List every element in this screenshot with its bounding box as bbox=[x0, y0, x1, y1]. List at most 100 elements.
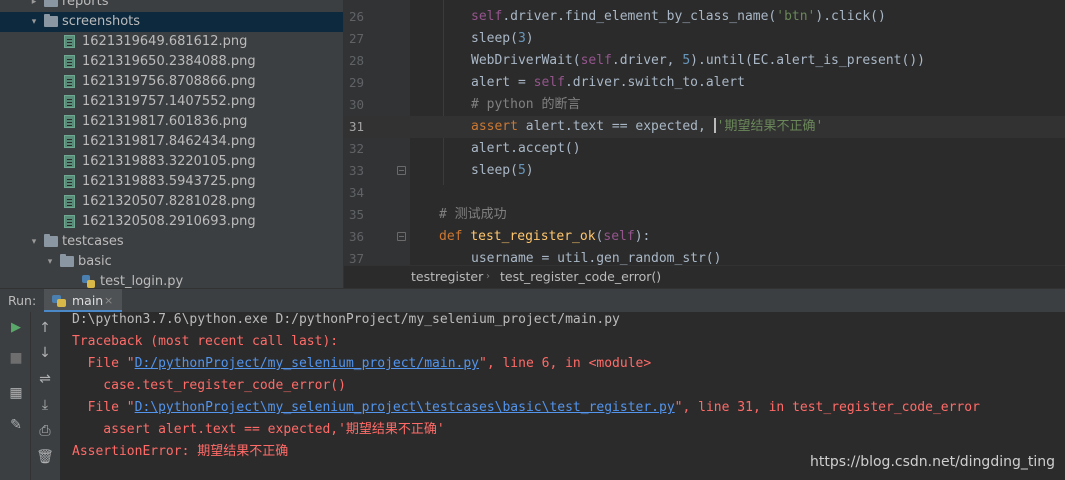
code-token: assert bbox=[471, 119, 526, 134]
folder-icon bbox=[60, 254, 74, 267]
tree-folder[interactable]: ▾ basic bbox=[0, 252, 343, 272]
code-line[interactable]: 32 alert.accept() bbox=[344, 138, 1065, 160]
code-token: self bbox=[471, 9, 503, 24]
console-text: assert alert.text == expected,'期望结果不正确' bbox=[72, 422, 445, 437]
scroll-to-end-icon[interactable]: ⤓ bbox=[34, 394, 56, 416]
tree-folder[interactable]: ▾ screenshots bbox=[0, 12, 343, 32]
console-text: AssertionError: 期望结果不正确 bbox=[72, 444, 289, 459]
code-token: .driver.switch_to.alert bbox=[564, 75, 745, 90]
code-line[interactable]: 28 WebDriverWait(self.driver, 5).until(EC… bbox=[344, 50, 1065, 72]
code-line[interactable]: 35 # 测试成功 bbox=[344, 204, 1065, 226]
console-text: Traceback (most recent call last): bbox=[72, 334, 339, 349]
stop-icon[interactable]: ■ bbox=[5, 347, 27, 369]
code-text: alert.accept() bbox=[471, 138, 581, 160]
code-editor[interactable]: 26 self.driver.find_element_by_class_name… bbox=[344, 0, 1065, 265]
fold-toggle-icon[interactable] bbox=[397, 232, 406, 241]
line-number: 35 bbox=[348, 207, 364, 222]
code-line[interactable]: 34 bbox=[344, 182, 1065, 204]
file-link[interactable]: D:/pythonProject/my_selenium_project/mai… bbox=[135, 356, 479, 371]
console-command-line: D:\python3.7.6\python.exe D:/pythonProje… bbox=[72, 309, 620, 331]
image-file-icon bbox=[64, 175, 75, 188]
line-number: 29 bbox=[348, 75, 364, 90]
code-token: .driver, bbox=[611, 53, 683, 68]
tree-item-label: testcases bbox=[62, 234, 124, 249]
tree-item-label: reports bbox=[62, 0, 109, 9]
tree-file[interactable]: 1621319883.3220105.png bbox=[0, 152, 343, 172]
code-token: WebDriverWait( bbox=[471, 53, 581, 68]
code-text: # python 的断言 bbox=[471, 94, 580, 116]
line-number: 32 bbox=[348, 141, 364, 156]
code-token: alert.accept() bbox=[471, 141, 581, 156]
tree-file[interactable]: 1621319817.8462434.png bbox=[0, 132, 343, 152]
code-line[interactable]: 30 # python 的断言 bbox=[344, 94, 1065, 116]
tree-item-label: 1621319883.5943725.png bbox=[82, 174, 256, 189]
chevron-down-icon[interactable]: ▾ bbox=[44, 252, 56, 272]
chevron-down-icon[interactable]: ▾ bbox=[28, 12, 40, 32]
python-icon bbox=[52, 295, 66, 307]
tree-file[interactable]: 1621319883.5943725.png bbox=[0, 172, 343, 192]
tree-file[interactable]: 1621319817.601836.png bbox=[0, 112, 343, 132]
code-text: assert alert.text == expected, '期望结果不正确' bbox=[471, 116, 823, 138]
tree-file[interactable]: 1621320508.2910693.png bbox=[0, 212, 343, 232]
tree-file[interactable]: 1621319649.681612.png bbox=[0, 32, 343, 52]
code-token: '期望结果不正确' bbox=[716, 119, 824, 134]
tree-folder[interactable]: ▾ testcases bbox=[0, 232, 343, 252]
pin-icon[interactable]: ✎ bbox=[5, 414, 27, 436]
console-text: File " bbox=[72, 356, 135, 371]
code-token: ) bbox=[525, 31, 534, 46]
console-error-line: File "D:\pythonProject\my_selenium_proje… bbox=[72, 397, 980, 419]
image-file-icon bbox=[64, 195, 75, 208]
image-file-icon bbox=[64, 155, 75, 168]
tree-file[interactable]: 1621319757.1407552.png bbox=[0, 92, 343, 112]
breadcrumb-method[interactable]: test_register_code_error() bbox=[500, 266, 661, 288]
file-link[interactable]: D:\pythonProject\my_selenium_project\tes… bbox=[135, 400, 675, 415]
line-number: 30 bbox=[348, 97, 364, 112]
image-file-icon bbox=[64, 215, 75, 228]
tree-file[interactable]: test_login.py bbox=[0, 272, 343, 288]
layout-icon[interactable]: ▦ bbox=[5, 382, 27, 404]
code-token: sleep( bbox=[471, 163, 518, 178]
console-error-line: Traceback (most recent call last): bbox=[72, 331, 338, 353]
tree-file[interactable]: 1621319756.8708866.png bbox=[0, 72, 343, 92]
image-file-icon bbox=[64, 115, 75, 128]
run-console[interactable]: https://blog.csdn.net/dingding_ting D:\p… bbox=[60, 312, 1065, 480]
image-file-icon bbox=[64, 135, 75, 148]
code-token: .driver.find_element_by_class_name( bbox=[502, 9, 777, 24]
rerun-icon[interactable]: ▶ bbox=[5, 317, 27, 339]
chevron-down-icon[interactable]: ▾ bbox=[28, 232, 40, 252]
code-token: ).until(EC.alert_is_present()) bbox=[690, 53, 925, 68]
code-token: 'btn' bbox=[776, 9, 816, 24]
line-number: 33 bbox=[348, 163, 364, 178]
scroll-down-icon[interactable]: ↓ bbox=[34, 342, 56, 364]
run-label: Run: bbox=[8, 293, 37, 308]
console-text: D:\python3.7.6\python.exe D:/pythonProje… bbox=[72, 312, 620, 327]
code-line[interactable]: 33 sleep(5) bbox=[344, 160, 1065, 182]
code-line[interactable]: 31 assert alert.text == expected, '期望结果不正… bbox=[344, 116, 1065, 138]
image-file-icon bbox=[64, 55, 75, 68]
code-line[interactable]: 29 alert = self.driver.switch_to.alert bbox=[344, 72, 1065, 94]
print-icon[interactable]: ⎙ bbox=[34, 420, 56, 442]
tree-file[interactable]: 1621320507.8281028.png bbox=[0, 192, 343, 212]
soft-wrap-icon[interactable]: ⇌ bbox=[34, 368, 56, 390]
code-line[interactable]: 26 self.driver.find_element_by_class_name… bbox=[344, 6, 1065, 28]
tree-folder[interactable]: ▸ reports bbox=[0, 0, 343, 12]
tree-file[interactable]: 1621319650.2384088.png bbox=[0, 52, 343, 72]
code-token: ): bbox=[634, 229, 651, 244]
code-token: # 测试成功 bbox=[439, 207, 507, 222]
tree-item-label: screenshots bbox=[62, 14, 141, 29]
breadcrumb-class[interactable]: testregister bbox=[411, 266, 483, 288]
fold-toggle-icon[interactable] bbox=[397, 166, 406, 175]
project-tree: ▸ reports ▾ screenshots 1621319649.681612.pn… bbox=[0, 0, 343, 288]
code-line[interactable]: 27 sleep(3) bbox=[344, 28, 1065, 50]
code-token: alert = bbox=[471, 75, 534, 90]
code-line[interactable]: 37 username = util.gen_random_str() bbox=[344, 248, 1065, 265]
code-token: alert.text == expected, bbox=[525, 119, 714, 134]
chevron-right-icon[interactable]: ▸ bbox=[28, 0, 40, 12]
code-line[interactable]: 36 def test_register_ok(self): bbox=[344, 226, 1065, 248]
folder-icon bbox=[44, 0, 58, 7]
trash-icon[interactable]: 🗑 bbox=[34, 446, 56, 468]
scroll-up-icon[interactable]: ↑ bbox=[34, 317, 56, 339]
code-token: 5 bbox=[517, 163, 526, 178]
code-token: ) bbox=[525, 163, 534, 178]
tree-item-label: 1621319649.681612.png bbox=[82, 34, 248, 49]
